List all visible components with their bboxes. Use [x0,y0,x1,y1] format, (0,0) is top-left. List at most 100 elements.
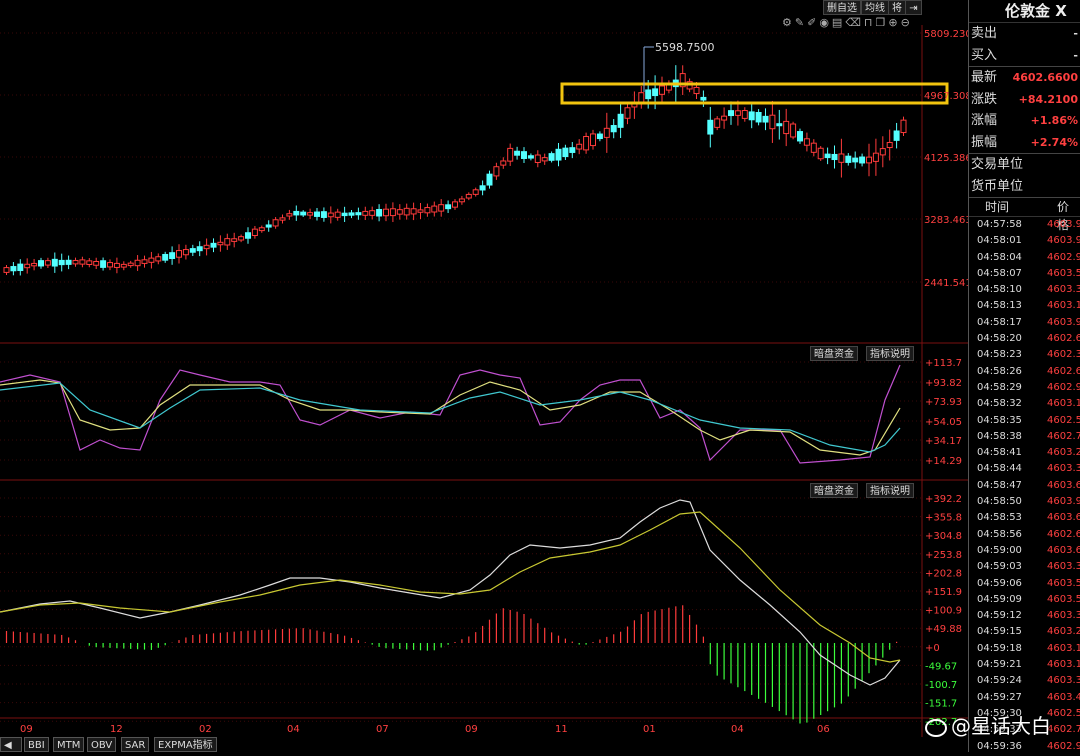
candle-body [65,259,72,265]
chart-area[interactable]: 5598.7500 5809.230 4967.308 4125.386 3283.4… [0,0,972,752]
tick-row[interactable]: 04:58:23 4602.3 [969,347,1080,363]
tick-row[interactable]: 04:59:24 4603.3 [969,673,1080,689]
copy-icon[interactable]: ❐ [875,16,888,29]
remove-watchlist-button[interactable]: 删自选 [823,0,861,15]
brush-icon[interactable]: ✐ [807,16,819,29]
kline-chart[interactable]: 5598.7500 5809.230 4967.308 4125.386 3283.4… [0,0,972,752]
tick-row[interactable]: 04:58:10 4603.3 [969,282,1080,298]
x-axis-label: 09 [20,724,33,735]
dark-money-button-1[interactable]: 暗盘资金 [810,346,858,361]
x-axis-label: 09 [465,724,478,735]
tick-row[interactable]: 04:59:06 4603.5 [969,576,1080,592]
pen-icon[interactable]: ✎ [795,16,807,29]
candle-body [217,241,224,246]
x-axis-label: 01 [643,724,656,735]
candle-body [817,147,824,160]
tab-expma[interactable]: EXPMA指标 [154,737,217,752]
tick-row[interactable]: 04:58:32 4603.1 [969,396,1080,412]
candle-body [507,147,514,162]
tick-row[interactable]: 04:58:47 4603.6 [969,478,1080,494]
candle-body [341,212,348,217]
candle-body [845,155,852,163]
candle-body [182,249,189,256]
candle-body [659,85,665,95]
tick-time: 04:59:06 [977,577,1022,589]
tab-prev-icon[interactable]: ◀ [0,737,22,752]
panel-toggle-icon[interactable]: ⇥ [905,0,922,15]
tick-row[interactable]: 04:57:58 4603.9 [969,217,1080,233]
candle-body [493,166,500,177]
tick-row[interactable]: 04:58:44 4603.3 [969,461,1080,477]
candle-body [369,210,376,216]
toggle-button[interactable]: 将 [888,0,906,15]
candle-body [596,133,603,140]
candle-body [590,133,596,147]
tick-row[interactable]: 04:58:29 4602.9 [969,380,1080,396]
tick-row[interactable]: 04:58:17 4603.9 [969,315,1080,331]
tick-price: 4603.1 [1047,659,1080,671]
tab-sar[interactable]: SAR [121,737,150,752]
zoom-in-icon[interactable]: ⊕ [888,16,900,29]
candle-body [555,148,562,161]
tick-list[interactable]: 04:57:58 4603.9 04:58:01 4603.9 04:58:04 4602… [969,217,1080,752]
tick-row[interactable]: 04:59:12 4603.3 [969,608,1080,624]
tick-row[interactable]: 04:58:38 4602.7 [969,429,1080,445]
tick-price: 4603.6 [1047,512,1080,524]
tick-time: 04:58:13 [977,300,1022,312]
quote-label: 涨幅 [971,113,998,128]
indicator-help-button-2[interactable]: 指标说明 [866,483,914,498]
indicator2-axis-label: +392.2 [925,494,962,505]
tick-time: 04:58:35 [977,414,1022,426]
tick-row[interactable]: 04:58:07 4603.5 [969,266,1080,282]
candle-body [224,238,231,246]
tick-row[interactable]: 04:58:50 4603.9 [969,494,1080,510]
tick-row[interactable]: 04:58:41 4603.2 [969,445,1080,461]
tick-row[interactable]: 04:58:13 4603.1 [969,298,1080,314]
tick-row[interactable]: 04:59:03 4603.3 [969,559,1080,575]
tick-price: 4602.6 [1047,365,1080,377]
ma-button[interactable]: 均线 [861,0,889,15]
settings-icon[interactable]: ⚙ [782,16,795,29]
print-icon[interactable]: ▤ [832,16,845,29]
tick-row[interactable]: 04:59:18 4603.1 [969,641,1080,657]
tick-row[interactable]: 04:58:56 4602.6 [969,527,1080,543]
indicator-help-button-1[interactable]: 指标说明 [866,346,914,361]
candle-body [383,208,389,217]
candle-body [893,130,900,141]
tick-time: 04:58:17 [977,316,1022,328]
tick-row[interactable]: 04:58:04 4602.9 [969,250,1080,266]
tick-row[interactable]: 04:59:21 4603.1 [969,657,1080,673]
candle-body [445,204,452,210]
delete-icon[interactable]: ⌫ [845,16,864,29]
tick-time: 04:59:24 [977,675,1022,687]
candle-body [24,263,31,269]
candle-body [38,260,44,267]
tick-row[interactable]: 04:58:53 4603.6 [969,510,1080,526]
tick-row[interactable]: 04:59:00 4603.6 [969,543,1080,559]
candle-body [334,211,341,218]
candle-body [424,207,431,214]
candle-body [852,157,859,163]
candle-body [120,263,127,268]
candle-body [403,207,410,216]
tab-bbi[interactable]: BBI [24,737,49,752]
tick-row[interactable]: 04:58:01 4603.9 [969,233,1080,249]
indicator2-axis-label: -151.7 [925,699,957,710]
tick-row[interactable]: 04:58:35 4602.5 [969,413,1080,429]
tick-price: 4603.3 [1047,463,1080,475]
candle-body [155,256,162,262]
quote-label: 交易单位 [971,157,1024,172]
tick-row[interactable]: 04:58:26 4602.6 [969,364,1080,380]
eye-icon[interactable]: ◉ [819,16,832,29]
tab-obv[interactable]: OBV [87,737,117,752]
tick-row[interactable]: 04:58:20 4602.6 [969,331,1080,347]
tick-row[interactable]: 04:59:15 4603.2 [969,624,1080,640]
tab-mtm[interactable]: MTM [53,737,85,752]
dark-money-button-2[interactable]: 暗盘资金 [810,483,858,498]
tick-row[interactable]: 04:59:36 4602.9 [969,739,1080,753]
zoom-out-icon[interactable]: ⊖ [901,16,913,29]
candle-body [238,236,245,241]
tick-row[interactable]: 04:59:27 4603.4 [969,690,1080,706]
lock-icon[interactable]: ⊓ [864,16,876,29]
tick-row[interactable]: 04:59:09 4603.5 [969,592,1080,608]
